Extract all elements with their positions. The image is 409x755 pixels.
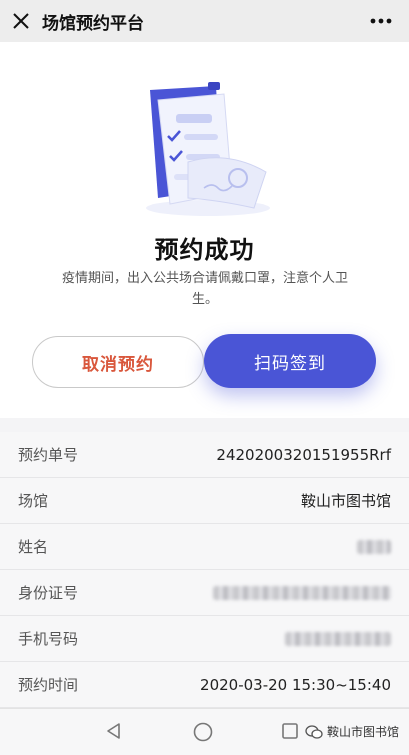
detail-label: 预约时间 bbox=[18, 676, 79, 694]
redacted-value bbox=[285, 631, 391, 646]
detail-label: 身份证号 bbox=[18, 584, 79, 602]
page-title: 场馆预约平台 bbox=[42, 13, 144, 34]
detail-row-name: 姓名 bbox=[0, 524, 409, 570]
detail-label: 预约单号 bbox=[18, 446, 79, 464]
detail-row-venue: 场馆 鞍山市图书馆 bbox=[0, 478, 409, 524]
back-triangle-icon[interactable] bbox=[104, 721, 124, 745]
close-icon[interactable] bbox=[0, 0, 42, 42]
redacted-value bbox=[213, 585, 391, 600]
home-circle-icon[interactable] bbox=[192, 721, 214, 747]
success-title: 预约成功 bbox=[154, 236, 255, 264]
detail-value: 2420200320151955Rrf bbox=[216, 445, 391, 464]
more-dots-icon[interactable] bbox=[369, 9, 393, 33]
wechat-logo-icon bbox=[305, 724, 323, 739]
success-card: 预约成功 疫情期间，出入公共场合请佩戴口罩，注意个人卫生。 取消预约 扫码签到 bbox=[0, 42, 409, 418]
detail-label: 手机号码 bbox=[18, 630, 79, 648]
detail-row-id-number: 身份证号 bbox=[0, 570, 409, 616]
title-bar: 场馆预约平台 bbox=[0, 0, 409, 42]
scan-checkin-button[interactable]: 扫码签到 bbox=[204, 334, 376, 388]
detail-row-time: 预约时间 2020-03-20 15:30~15:40 bbox=[0, 662, 409, 708]
document-checklist-icon bbox=[128, 80, 278, 220]
detail-row-order-number: 预约单号 2420200320151955Rrf bbox=[0, 432, 409, 478]
detail-row-phone: 手机号码 bbox=[0, 616, 409, 662]
detail-label: 场馆 bbox=[18, 492, 49, 510]
cancel-reservation-button[interactable]: 取消预约 bbox=[32, 336, 204, 388]
detail-value: 2020-03-20 15:30~15:40 bbox=[200, 675, 391, 694]
watermark-text: 鞍山市图书馆 bbox=[326, 725, 399, 739]
detail-value: 鞍山市图书馆 bbox=[300, 492, 391, 510]
redacted-value bbox=[357, 539, 391, 554]
reservation-details: 预约单号 2420200320151955Rrf 场馆 鞍山市图书馆 姓名 身份… bbox=[0, 432, 409, 708]
watermark: 鞍山市图书馆 bbox=[305, 723, 399, 740]
detail-label: 姓名 bbox=[18, 538, 49, 556]
success-description: 疫情期间，出入公共场合请佩戴口罩，注意个人卫生。 bbox=[61, 271, 348, 307]
recent-square-icon[interactable] bbox=[281, 722, 299, 744]
system-nav-bar: 鞍山市图书馆 bbox=[0, 708, 409, 755]
